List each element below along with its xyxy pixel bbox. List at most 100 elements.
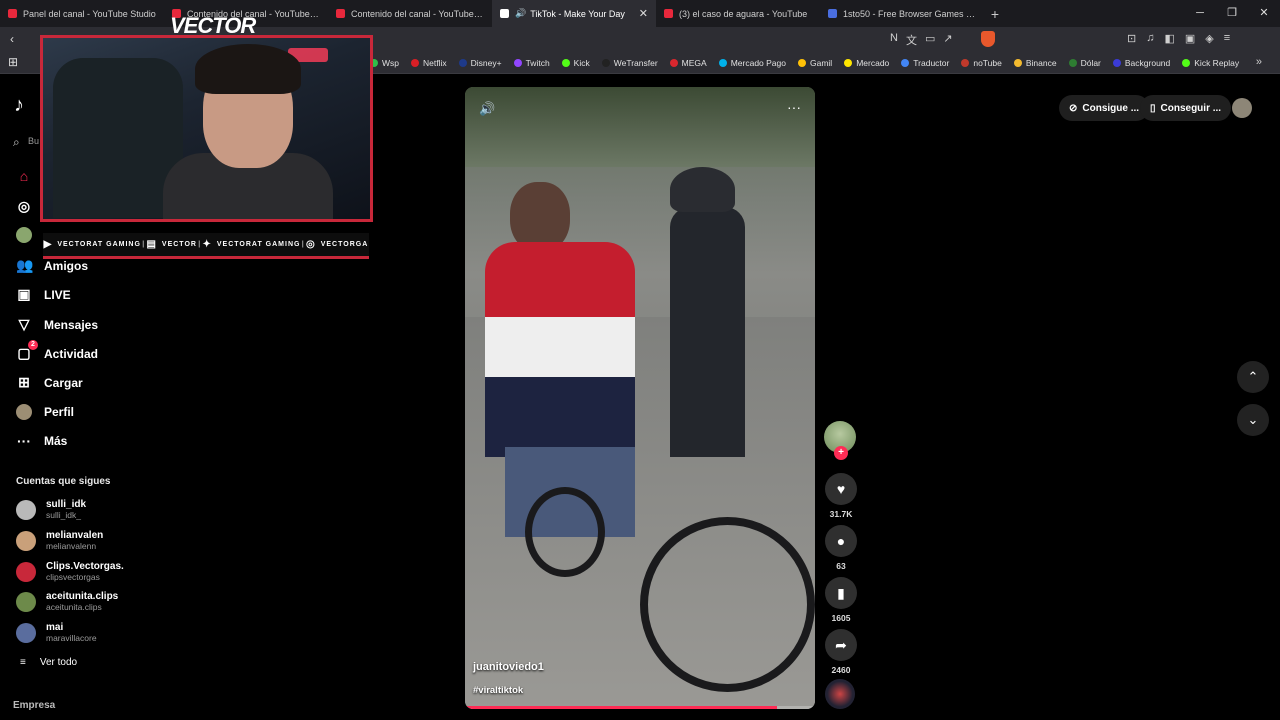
bookmark-item[interactable]: noTube: [961, 58, 1002, 68]
nav-friends[interactable]: 👥 Amigos: [16, 257, 88, 274]
share-icon[interactable]: ➦: [825, 629, 857, 661]
footer-company-link[interactable]: Empresa: [13, 700, 55, 711]
get-app-button[interactable]: ▯ Conseguir ...: [1140, 95, 1232, 121]
like-action[interactable]: ♥ 31.7K: [825, 473, 857, 519]
nav-more[interactable]: ··· Más: [16, 433, 67, 449]
divider: |: [142, 241, 146, 248]
activity-badge: 2: [28, 340, 38, 350]
avatar: [16, 561, 36, 582]
tiktok-logo-icon[interactable]: ♪: [14, 94, 24, 117]
speaker-icon: 🔊: [515, 8, 527, 18]
nav-home[interactable]: ⌂: [16, 168, 32, 184]
video-bike-rear-wheel: [640, 517, 815, 692]
search-icon[interactable]: ⌕: [13, 135, 20, 150]
video-author[interactable]: juanitoviedo1: [473, 661, 544, 673]
following-account[interactable]: mai maravillacore: [16, 622, 97, 643]
new-tab-button[interactable]: +: [984, 6, 1006, 22]
upload-icon: ⊞: [18, 374, 30, 390]
bookmark-item[interactable]: Mercado: [844, 58, 889, 68]
share-icon[interactable]: ↗: [943, 32, 952, 48]
bookmark-item[interactable]: Gamil: [798, 58, 832, 68]
chevron-down-icon: ⌄: [1247, 412, 1259, 427]
creator-avatar[interactable]: +: [824, 421, 856, 460]
live-icon: ▣: [17, 286, 31, 302]
more-options-icon[interactable]: ···: [787, 99, 801, 115]
bookmark-item[interactable]: Twitch: [513, 58, 550, 68]
get-coins-button[interactable]: ⊘ Consigue ...: [1059, 95, 1150, 121]
next-video-button[interactable]: ⌄: [1237, 404, 1269, 436]
translate-icon[interactable]: 文: [906, 32, 917, 48]
nav-activity[interactable]: ▢ 2 Actividad: [16, 340, 98, 362]
save-action[interactable]: ▮ 1605: [825, 577, 857, 623]
minimize-icon[interactable]: ─: [1184, 0, 1216, 27]
nav-following[interactable]: [16, 227, 32, 243]
volume-icon[interactable]: 🔊: [479, 101, 495, 117]
bookmark-item[interactable]: Kick: [561, 58, 590, 68]
previous-video-button[interactable]: ⌃: [1237, 361, 1269, 393]
cast-icon[interactable]: ▭: [925, 32, 935, 48]
reader-icon[interactable]: N: [890, 32, 898, 48]
bookmark-icon: [561, 59, 570, 67]
bookmark-icon: [1068, 59, 1077, 67]
video-hashtag[interactable]: #viraltiktok: [473, 685, 523, 696]
following-account[interactable]: Clips.Vectorgas. clipsvectorgas: [16, 561, 124, 582]
follow-plus-icon[interactable]: +: [834, 446, 848, 460]
bookmark-item[interactable]: Disney+: [458, 58, 502, 68]
following-account[interactable]: melianvalen melianvalenn: [16, 530, 103, 551]
bookmark-item[interactable]: Wsp: [370, 58, 399, 68]
sidebar-icon[interactable]: ◧: [1164, 32, 1174, 45]
video-helmet: [670, 167, 735, 212]
more-bookmarks-icon[interactable]: »: [1256, 56, 1262, 68]
video-progress-fill: [465, 706, 777, 709]
comment-action[interactable]: ● 63: [825, 525, 857, 571]
music-disc-icon[interactable]: [825, 679, 855, 709]
see-all-link[interactable]: ≡ Ver todo: [20, 657, 77, 668]
bookmark-item[interactable]: Traductor: [901, 58, 949, 68]
bookmark-item[interactable]: Background: [1112, 58, 1170, 68]
browser-tab[interactable]: 1sto50 - Free Browser Games | Test Y: [820, 0, 984, 27]
close-icon[interactable]: ✕: [1248, 0, 1280, 27]
social-item: ✦ VECTORAT GAMING: [202, 239, 301, 250]
browser-tab[interactable]: Contenido del canal - YouTube Studio: [328, 0, 492, 27]
bookmark-item[interactable]: Mercado Pago: [718, 58, 786, 68]
apps-grid-icon[interactable]: ⊞: [8, 55, 18, 69]
following-avatar-icon: [16, 227, 32, 243]
nav-live[interactable]: ▣ LIVE: [16, 286, 70, 303]
restore-icon[interactable]: ❐: [1216, 0, 1248, 27]
wallet-icon[interactable]: ▣: [1185, 32, 1195, 45]
bookmark-icon: [411, 59, 419, 67]
menu-icon[interactable]: ≡: [1224, 32, 1230, 45]
brave-shield-icon[interactable]: [981, 31, 995, 47]
bookmark-item[interactable]: Kick Replay: [1182, 58, 1239, 68]
nav-profile[interactable]: Perfil: [16, 404, 74, 420]
nav-explore[interactable]: ◎: [16, 198, 32, 215]
back-icon[interactable]: ‹: [10, 32, 14, 46]
list-icon: ≡: [20, 657, 26, 668]
share-action[interactable]: ➦ 2460: [825, 629, 857, 675]
bookmark-item[interactable]: MEGA: [669, 58, 707, 68]
browser-tab[interactable]: Panel del canal - YouTube Studio: [0, 0, 164, 27]
bookmark-icon[interactable]: ▮: [825, 577, 857, 609]
close-tab-icon[interactable]: ✕: [639, 7, 648, 20]
video-player[interactable]: 🔊 ··· juanitoviedo1 #viraltiktok: [465, 87, 815, 709]
bookmark-item[interactable]: Dólar: [1068, 58, 1101, 68]
streamer-logo: VECTOR: [170, 13, 256, 38]
music-icon[interactable]: ♫: [1146, 32, 1154, 45]
youtube-icon: [664, 9, 673, 18]
video-progress-bar[interactable]: [465, 706, 815, 709]
user-avatar[interactable]: [1232, 98, 1252, 118]
nav-messages[interactable]: ▽ Mensajes: [16, 316, 98, 333]
following-account[interactable]: aceitunita.clips aceitunita.clips: [16, 591, 118, 612]
screenshot-icon[interactable]: ⊡: [1127, 32, 1136, 45]
browser-tab[interactable]: (3) el caso de aguara - YouTube: [656, 0, 820, 27]
bookmark-item[interactable]: Binance: [1013, 58, 1057, 68]
browser-tab-active[interactable]: 🔊 TikTok - Make Your Day ✕: [492, 0, 656, 27]
following-account[interactable]: sulli_idk sulli_idk_: [16, 499, 86, 520]
bookmark-item[interactable]: Netflix: [411, 58, 447, 68]
bookmark-item[interactable]: WeTransfer: [601, 58, 658, 68]
nav-upload[interactable]: ⊞ Cargar: [16, 374, 83, 391]
search-input[interactable]: Bu: [28, 136, 39, 146]
vpn-icon[interactable]: ◈: [1205, 32, 1213, 45]
heart-icon[interactable]: ♥: [825, 473, 857, 505]
comment-icon[interactable]: ●: [825, 525, 857, 557]
